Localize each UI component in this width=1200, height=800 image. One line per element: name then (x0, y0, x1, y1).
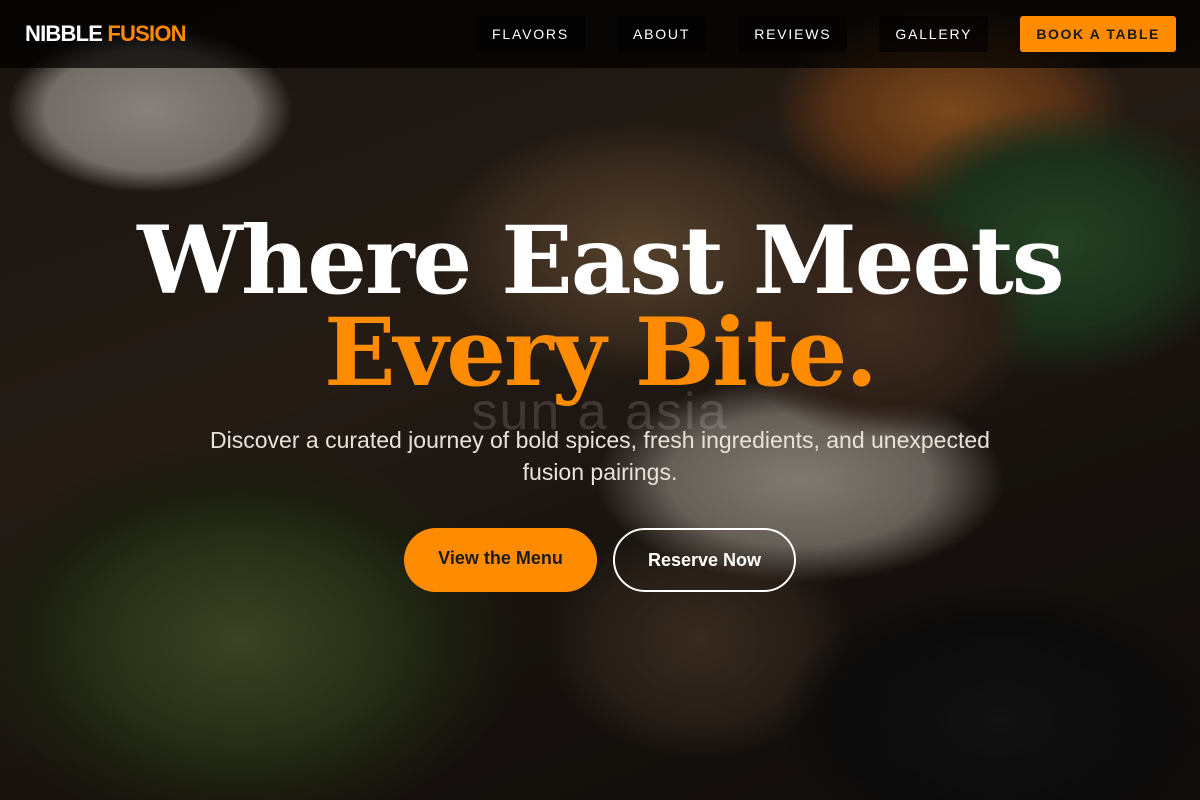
reserve-now-button[interactable]: Reserve Now (613, 528, 796, 592)
book-a-table-button[interactable]: BOOK A TABLE (1020, 16, 1176, 52)
hero-subtitle: Discover a curated journey of bold spice… (210, 427, 990, 485)
nav-link-flavors[interactable]: FLAVORS (476, 16, 585, 52)
nav-link-reviews[interactable]: REVIEWS (738, 16, 848, 52)
nav-link-gallery[interactable]: GALLERY (879, 16, 989, 52)
brand-logo[interactable]: NIBBLE FUSION (25, 21, 187, 47)
top-navigation-bar: NIBBLE FUSION FLAVORS ABOUT REVIEWS GALL… (0, 0, 1200, 68)
view-menu-button[interactable]: View the Menu (404, 528, 597, 592)
brand-name-primary: NIBBLE (25, 21, 103, 46)
nav-link-about[interactable]: ABOUT (616, 16, 707, 52)
hero-cta-row: View the Menu Reserve Now (0, 528, 1200, 592)
brand-name-accent: FUSION (107, 21, 186, 46)
nav-links: FLAVORS ABOUT REVIEWS GALLERY BOOK A TAB… (476, 16, 1176, 52)
hero-title-line1: Where East Meets (137, 206, 1064, 316)
